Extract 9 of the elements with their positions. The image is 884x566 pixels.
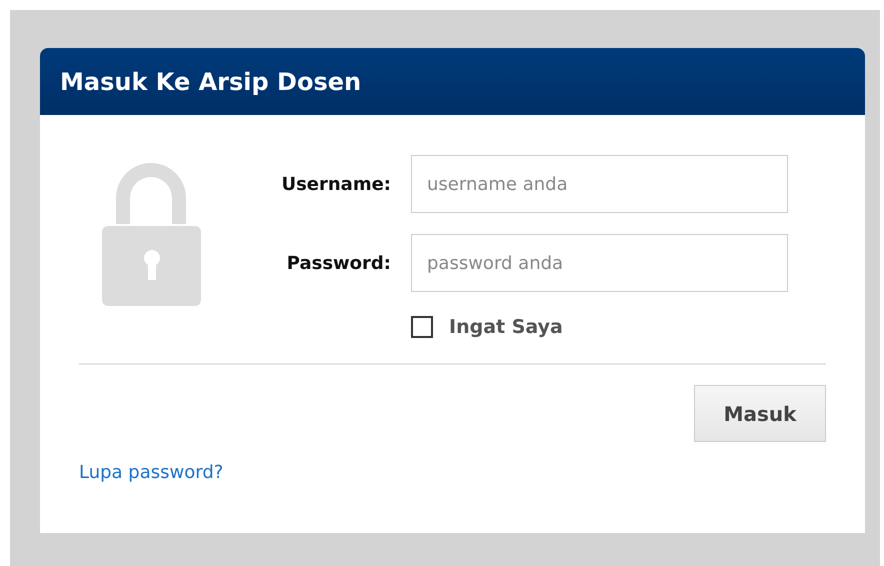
forgot-password-link[interactable]: Lupa password? (79, 462, 224, 483)
login-button[interactable]: Masuk (694, 385, 826, 442)
password-field[interactable]: password anda (411, 234, 788, 292)
checkbox[interactable] (411, 316, 433, 338)
field-label: Password: (286, 252, 391, 274)
field-label: Username: (280, 174, 391, 194)
checkbox-label: Ingat Saya (449, 316, 563, 338)
username-field[interactable]: username anda (411, 155, 788, 213)
panel-title: Masuk Ke Arsip Dosen (60, 68, 362, 96)
